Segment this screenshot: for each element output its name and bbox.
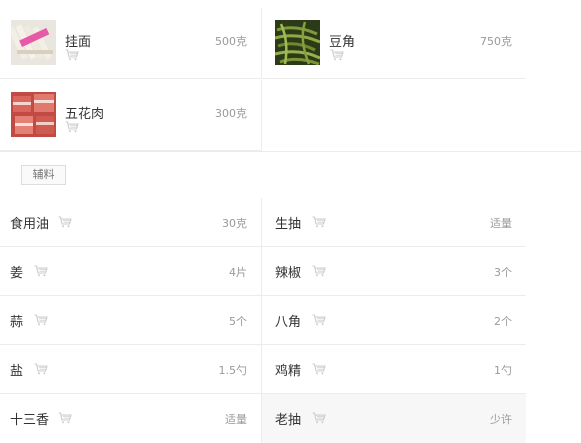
aux-ingredient-name[interactable]: 辣椒: [275, 262, 301, 281]
aux-ingredient-name[interactable]: 食用油: [10, 213, 49, 232]
green-beans-photo[interactable]: [275, 20, 320, 65]
aux-ingredient-quantity: 1.5勺: [218, 364, 248, 377]
shopping-cart-icon[interactable]: [65, 121, 79, 133]
aux-ingredient-name[interactable]: 鸡精: [275, 360, 301, 379]
section-divider: [0, 151, 581, 152]
shopping-cart-icon[interactable]: [312, 216, 326, 228]
main-ingredients-section: 挂面 500克 豆角 750克 五花肉 300克: [0, 0, 581, 152]
ingredient-name[interactable]: 豆角: [329, 31, 355, 50]
shopping-cart-icon[interactable]: [312, 363, 326, 375]
aux-ingredient-name[interactable]: 十三香: [10, 409, 49, 428]
aux-ingredient-name[interactable]: 姜: [10, 262, 23, 281]
shopping-cart-icon[interactable]: [312, 265, 326, 277]
aux-ingredient-quantity: 少许: [490, 413, 512, 426]
aux-ingredient-name[interactable]: 八角: [275, 311, 301, 330]
aux-ingredient-quantity: 5个: [229, 315, 247, 328]
ingredient-name[interactable]: 挂面: [65, 31, 91, 50]
aux-ingredient-item[interactable]: 八角 2个: [262, 296, 526, 345]
ingredient-item[interactable]: 挂面 500克: [0, 8, 262, 79]
auxiliary-section-label: 辅料: [21, 165, 66, 185]
aux-ingredient-quantity: 4片: [229, 266, 247, 279]
pork-belly-photo[interactable]: [11, 92, 56, 137]
aux-ingredient-name[interactable]: 盐: [10, 360, 23, 379]
shopping-cart-icon[interactable]: [312, 314, 326, 326]
aux-ingredient-quantity: 适量: [225, 413, 247, 426]
aux-ingredient-quantity: 3个: [494, 266, 512, 279]
aux-ingredient-item[interactable]: 姜 4片: [0, 247, 262, 296]
auxiliary-ingredients-section: 食用油 30克 生抽 适量 姜 4片 辣椒 3个 蒜 5个 八角 2个 盐 1.…: [0, 198, 526, 443]
shopping-cart-icon[interactable]: [65, 49, 79, 61]
aux-ingredient-item[interactable]: 十三香 适量: [0, 394, 262, 443]
shopping-cart-icon[interactable]: [34, 265, 48, 277]
ingredient-quantity: 500克: [215, 35, 247, 48]
aux-ingredient-item[interactable]: 老抽 少许: [262, 394, 526, 443]
ingredient-quantity: 750克: [480, 35, 512, 48]
aux-ingredient-quantity: 1勺: [494, 364, 512, 377]
ingredient-name[interactable]: 五花肉: [65, 103, 104, 122]
aux-ingredient-item[interactable]: 食用油 30克: [0, 198, 262, 247]
shopping-cart-icon[interactable]: [34, 363, 48, 375]
ingredient-item[interactable]: 豆角 750克: [262, 8, 526, 79]
shopping-cart-icon[interactable]: [58, 216, 72, 228]
aux-ingredient-item[interactable]: 盐 1.5勺: [0, 345, 262, 394]
shopping-cart-icon[interactable]: [58, 412, 72, 424]
aux-ingredient-item[interactable]: 生抽 适量: [262, 198, 526, 247]
aux-ingredient-item[interactable]: 鸡精 1勺: [262, 345, 526, 394]
ingredient-item[interactable]: 五花肉 300克: [0, 80, 262, 151]
aux-ingredient-name[interactable]: 蒜: [10, 311, 23, 330]
empty-cell: [262, 80, 526, 151]
aux-ingredient-item[interactable]: 蒜 5个: [0, 296, 262, 345]
aux-ingredient-name[interactable]: 生抽: [275, 213, 301, 232]
aux-ingredient-quantity: 适量: [490, 217, 512, 230]
shopping-cart-icon[interactable]: [34, 314, 48, 326]
aux-ingredient-name[interactable]: 老抽: [275, 409, 301, 428]
noodles-photo[interactable]: [11, 20, 56, 65]
aux-ingredient-item[interactable]: 辣椒 3个: [262, 247, 526, 296]
shopping-cart-icon[interactable]: [330, 49, 344, 61]
ingredient-quantity: 300克: [215, 107, 247, 120]
aux-ingredient-quantity: 30克: [222, 217, 247, 230]
aux-ingredient-quantity: 2个: [494, 315, 512, 328]
shopping-cart-icon[interactable]: [312, 412, 326, 424]
